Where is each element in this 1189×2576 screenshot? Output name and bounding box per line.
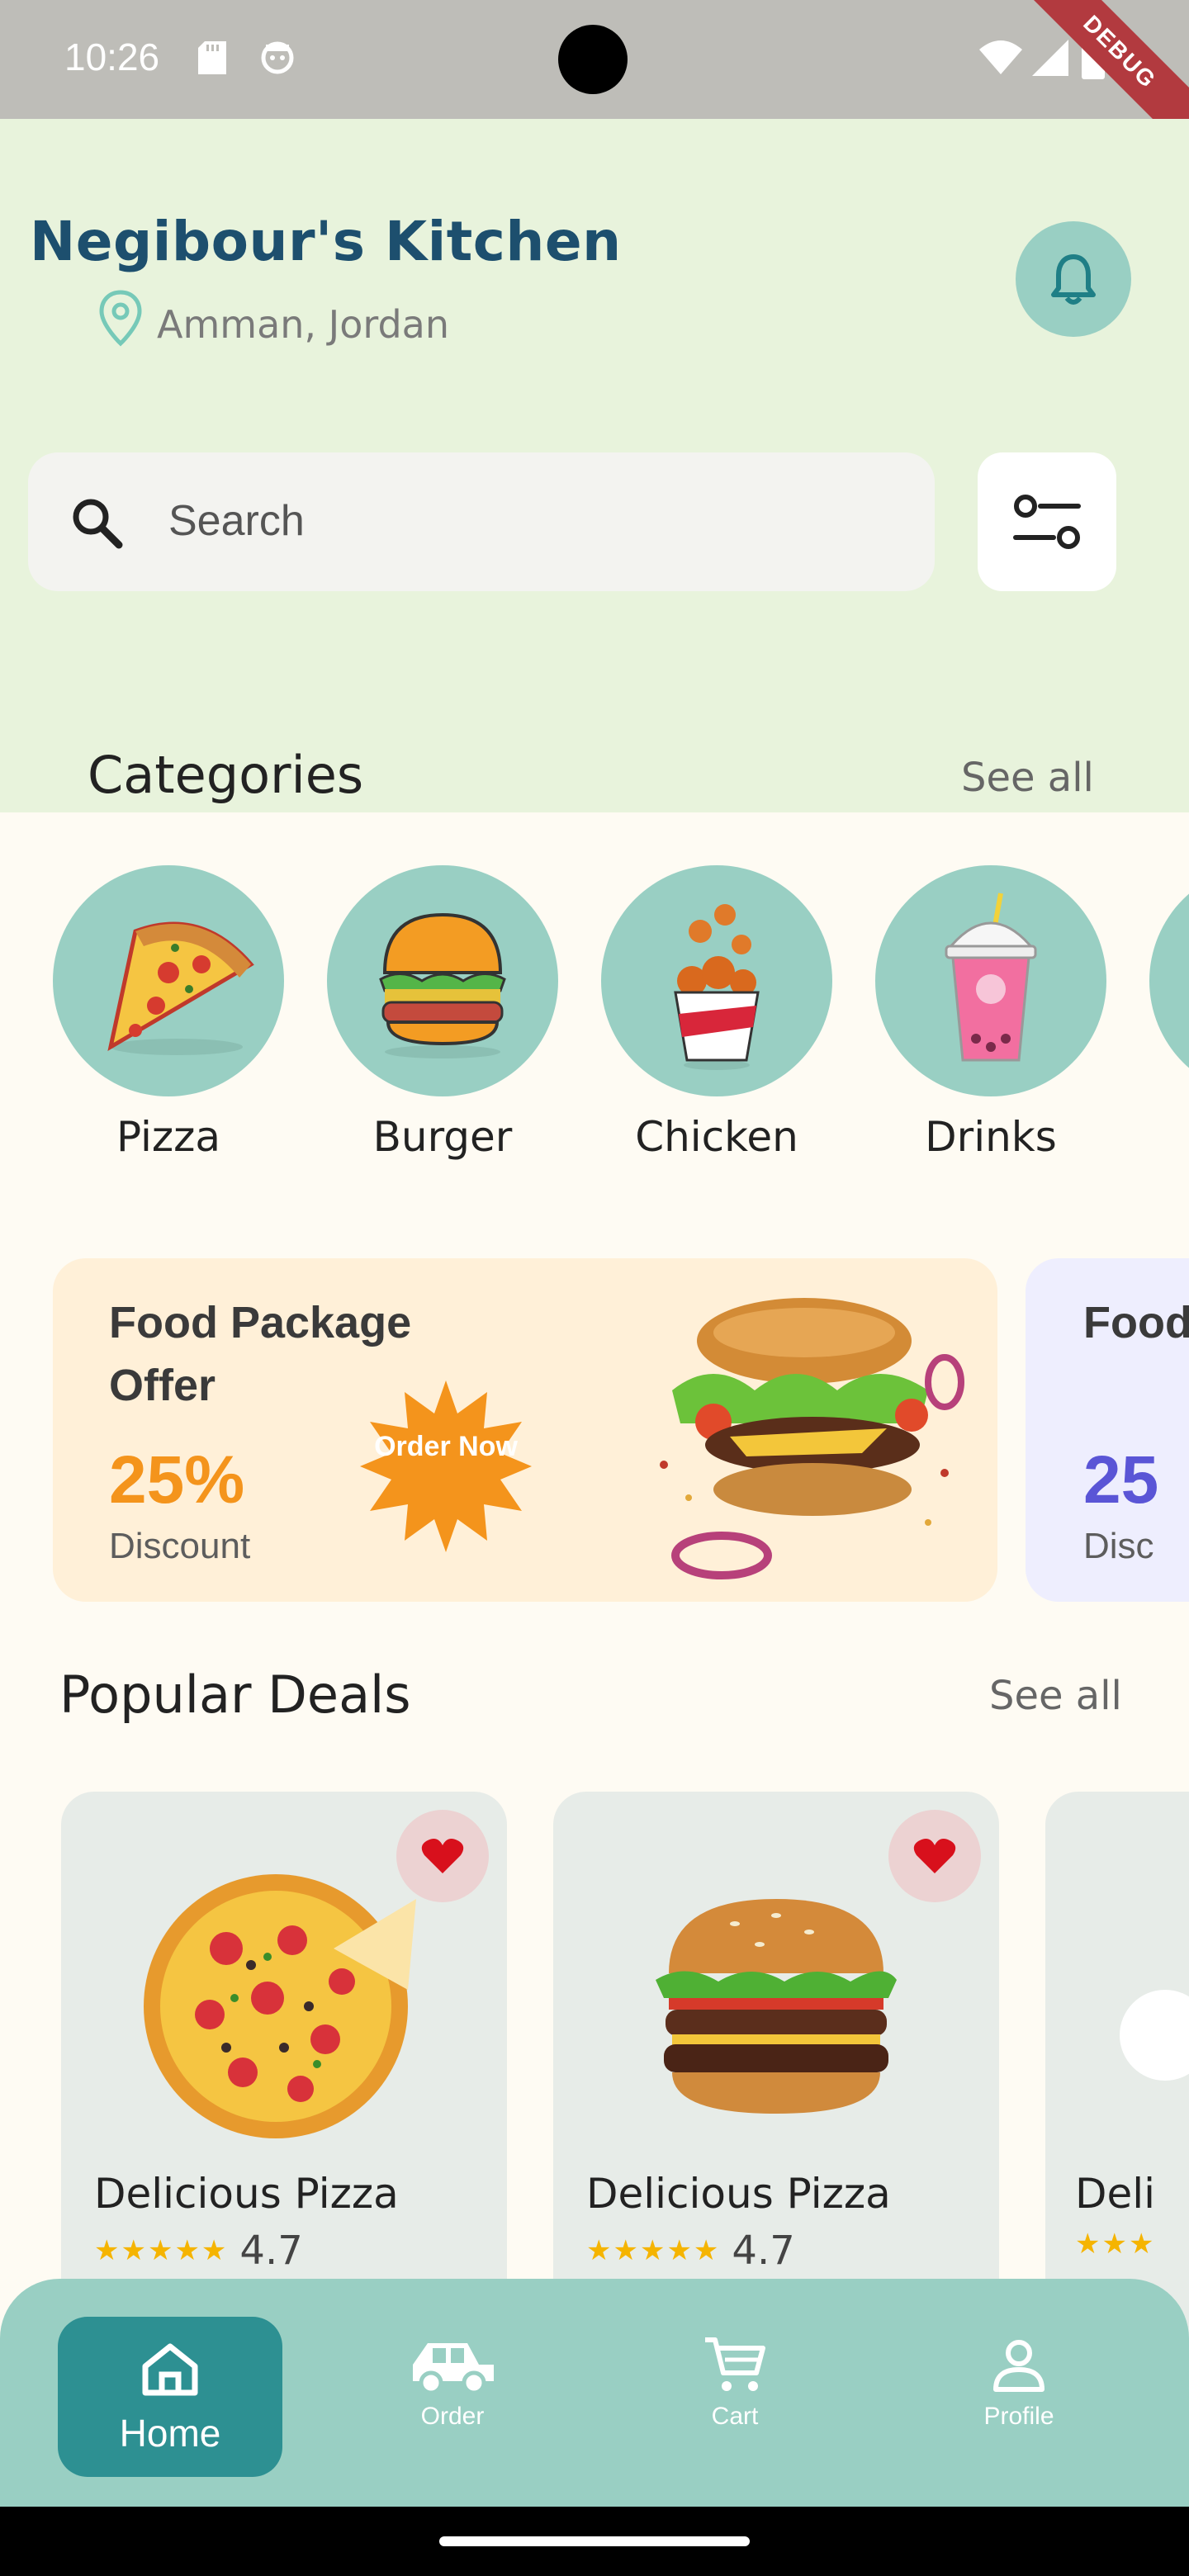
category-chicken[interactable]: Chicken: [601, 865, 832, 1161]
order-now-label: Order Now: [374, 1431, 518, 1462]
nav-profile[interactable]: Profile: [936, 2335, 1101, 2431]
location-text: Amman, Jordan: [157, 302, 450, 347]
nav-profile-label: Profile: [983, 2403, 1054, 2430]
search-bar[interactable]: [28, 452, 935, 591]
order-now-button[interactable]: Order Now: [360, 1380, 532, 1552]
rating-value: 4.7: [239, 2228, 303, 2274]
offer-banner-next[interactable]: Food Offer 25 Disc: [1026, 1258, 1189, 1602]
deal-name: Delicious Pizza: [586, 2170, 891, 2218]
header: Negibour's Kitchen Amman, Jordan Search …: [0, 119, 1189, 812]
category-drinks[interactable]: Drinks: [875, 865, 1106, 1161]
nav-home-label: Home: [119, 2412, 221, 2455]
deal-rating: ★★★★★ 4.7: [94, 2228, 303, 2274]
banner-discount-label: Discount: [109, 1526, 251, 1566]
popular-deals-title: Popular Deals: [59, 1664, 411, 1725]
profile-icon: [993, 2340, 1045, 2392]
status-bar: 10:26 DEBUG: [0, 0, 1189, 168]
gesture-bar-area: [0, 2507, 1189, 2576]
bottom-navigation: Home Order Cart Profile: [0, 2279, 1189, 2507]
categories-see-all[interactable]: See all: [961, 755, 1094, 801]
nav-cart[interactable]: Cart: [652, 2335, 817, 2431]
status-time: 10:26: [64, 36, 160, 78]
notification-button[interactable]: [1016, 221, 1131, 337]
filter-sliders-icon: [1013, 495, 1081, 549]
home-gesture-handle[interactable]: [439, 2536, 750, 2546]
star-rating-icon: ★★★★★: [586, 2234, 721, 2267]
sd-card-icon: [198, 41, 226, 74]
deal-name: Deli: [1075, 2170, 1156, 2218]
category-partial[interactable]: [1149, 865, 1189, 1096]
filter-button[interactable]: [978, 452, 1116, 591]
category-image: [875, 865, 1106, 1096]
drink-cup-icon: [945, 893, 1037, 1062]
nav-home[interactable]: Home: [58, 2317, 282, 2477]
nav-cart-label: Cart: [711, 2403, 759, 2430]
banner-title: Food Offer: [1083, 1298, 1189, 1347]
dish-image: [1120, 1990, 1189, 2081]
category-image: [601, 865, 832, 1096]
camera-cutout: [558, 25, 628, 94]
banner-discount-label: Disc: [1083, 1526, 1154, 1566]
home-icon: [142, 2343, 198, 2396]
category-pizza[interactable]: Pizza: [53, 865, 284, 1161]
popular-see-all[interactable]: See all: [989, 1673, 1122, 1719]
category-image: [53, 865, 284, 1096]
starburst-badge-icon: [360, 1380, 532, 1552]
bell-icon: [1051, 254, 1096, 305]
category-burger[interactable]: Burger: [327, 865, 558, 1161]
deal-name: Delicious Pizza: [94, 2170, 399, 2218]
face-icon: [261, 41, 294, 74]
nav-order[interactable]: Order: [370, 2335, 535, 2431]
rating-value: 4.7: [732, 2228, 795, 2274]
category-label: Pizza: [116, 1113, 221, 1161]
cart-icon: [705, 2337, 765, 2391]
star-rating-icon: ★★★: [1075, 2228, 1156, 2261]
banner-percent: 25: [1083, 1442, 1159, 1518]
heart-icon: [913, 1839, 956, 1873]
wifi-icon: [979, 40, 1022, 74]
burger-image: [656, 1899, 897, 2114]
offer-banner[interactable]: Food Package Offer 25% Discount Order No…: [53, 1258, 997, 1602]
deal-rating: ★★★★★ 4.7: [586, 2228, 795, 2274]
search-icon: [73, 499, 123, 549]
app-screen: 10:26 DEBUG Negibour's Kitchen Amman, Jo…: [0, 0, 1189, 2576]
category-label: Drinks: [925, 1113, 1057, 1161]
deal-rating: ★★★: [1075, 2228, 1155, 2261]
star-rating-icon: ★★★★★: [94, 2234, 229, 2267]
signal-icon: [1032, 40, 1068, 76]
category-image: [327, 865, 558, 1096]
burger-icon: [379, 912, 506, 1058]
delivery-truck-icon: [413, 2343, 494, 2395]
pizza-slice-icon: [107, 921, 254, 1055]
search-input[interactable]: [168, 492, 895, 550]
banner-percent: 25%: [109, 1442, 245, 1518]
categories-title: Categories: [88, 745, 364, 805]
category-label: Chicken: [635, 1113, 798, 1161]
location-pin-icon: [99, 290, 142, 347]
app-title: Negibour's Kitchen: [30, 210, 622, 273]
burger-image: [660, 1298, 964, 1579]
category-label: Burger: [372, 1113, 513, 1161]
chicken-bucket-icon: [674, 904, 760, 1070]
pizza-image: [144, 1874, 416, 2138]
nav-order-label: Order: [420, 2403, 485, 2430]
